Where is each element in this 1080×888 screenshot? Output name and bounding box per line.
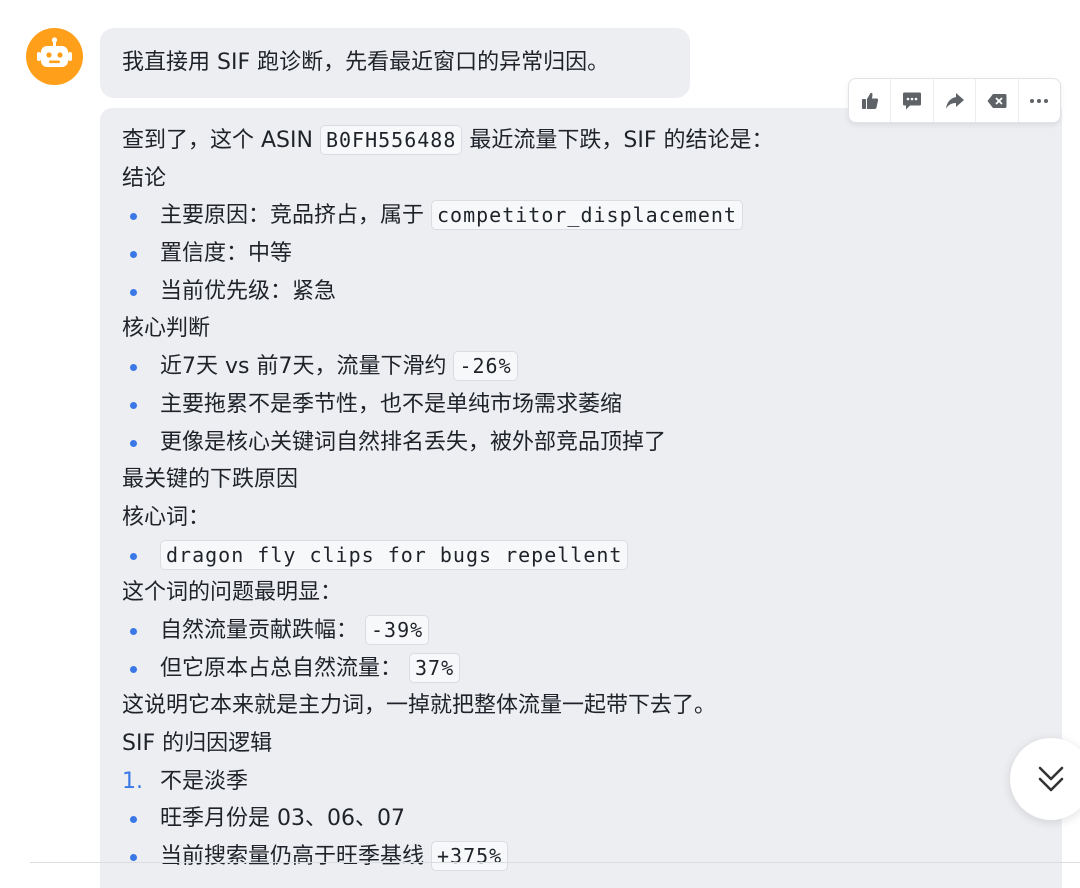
bullet-icon (130, 288, 137, 296)
asin-code: B0FH556488 (319, 125, 463, 155)
bullet-icon (130, 251, 137, 259)
list-item: 但它原本占总自然流量： 37% (122, 650, 1038, 688)
list-number: 1. (122, 768, 143, 794)
message-action-toolbar (848, 78, 1061, 123)
keyword-problem: 这个词的问题最明显： (122, 580, 343, 606)
list-item: 近7天 vs 前7天，流量下滑约 -26% (122, 348, 1038, 386)
intro-text: 查到了，这个 ASIN (122, 128, 313, 153)
bullet-icon (130, 816, 137, 824)
keyword-code: dragon fly clips for bugs repellent (160, 539, 629, 570)
comment-icon (903, 92, 922, 109)
bullet-icon (130, 364, 137, 372)
heading-conclusion: 结论 (122, 165, 167, 191)
bullet-icon (130, 552, 137, 560)
list-item-text: 主要原因：竞品挤占，属于 (160, 203, 425, 229)
explain-text: 这说明它本来就是主力词，一掉就把整体流量一起带下去了。 (122, 693, 717, 719)
list-item: 当前搜索量仍高于旺季基线 +375% (122, 838, 1038, 876)
list-item: 主要拖累不是季节性，也不是单纯市场需求萎缩 (122, 386, 1038, 424)
user-message-text: 我直接用 SIF 跑诊断，先看最近窗口的异常归因。 (122, 50, 610, 75)
list-item-text: 近7天 vs 前7天，流量下滑约 (160, 354, 447, 380)
thumbs-up-button[interactable] (849, 79, 892, 122)
list-item: 自然流量贡献跌幅： -39% (122, 612, 1038, 650)
code-span: 37% (409, 652, 461, 683)
delete-button[interactable] (976, 79, 1019, 122)
heading-reason: 最关键的下跌原因 (122, 467, 299, 493)
assistant-response: 查到了，这个 ASIN B0FH556488 最近流量下跌，SIF 的结论是： … (100, 108, 1062, 888)
code-span: -26% (453, 351, 518, 382)
intro-line: 查到了，这个 ASIN B0FH556488 最近流量下跌，SIF 的结论是： (122, 122, 1038, 160)
robot-icon (37, 37, 72, 67)
intro-text-2: 最近流量下跌，SIF 的结论是： (469, 128, 774, 153)
code-span: competitor_displacement (431, 200, 743, 231)
bullet-icon (130, 401, 137, 409)
ordered-list-item: 1. 不是淡季 (122, 763, 1038, 801)
divider (30, 862, 1080, 863)
list-item: 主要原因：竞品挤占，属于 competitor_displacement (122, 197, 1038, 235)
list-item: dragon fly clips for bugs repellent (122, 537, 1038, 575)
backspace-icon (987, 93, 1007, 108)
thumbs-up-icon (861, 92, 878, 109)
list-item-text: 旺季月份是 03、06、07 (160, 806, 405, 832)
user-message-bubble: 我直接用 SIF 跑诊断，先看最近窗口的异常归因。 (100, 28, 690, 98)
bullet-icon (130, 439, 137, 447)
list-item: 当前优先级：紧急 (122, 273, 1038, 311)
heading-logic: SIF 的归因逻辑 (122, 731, 273, 756)
list-item-text: 更像是核心关键词自然排名丢失，被外部竞品顶掉了 (160, 429, 667, 455)
list-item: 旺季月份是 03、06、07 (122, 800, 1038, 838)
chevron-double-down-icon (1038, 766, 1064, 792)
more-button[interactable] (1019, 79, 1060, 122)
bullet-icon (130, 213, 137, 221)
bot-avatar (26, 28, 83, 85)
heading-core: 核心判断 (122, 316, 211, 342)
bullet-icon (130, 854, 137, 862)
more-icon (1030, 98, 1049, 103)
list-item: 置信度：中等 (122, 235, 1038, 273)
code-span: -39% (365, 614, 430, 645)
list-item-text: 置信度：中等 (160, 241, 293, 267)
list-item: 更像是核心关键词自然排名丢失，被外部竞品顶掉了 (122, 424, 1038, 462)
list-item-text: 不是淡季 (160, 768, 249, 794)
list-item-text: 当前搜索量仍高于旺季基线 (160, 844, 425, 870)
bullet-icon (130, 665, 137, 673)
list-item-text: 当前优先级：紧急 (160, 278, 337, 304)
bullet-icon (130, 627, 137, 635)
share-icon (945, 92, 964, 109)
list-item-text: 但它原本占总自然流量： (160, 655, 403, 681)
list-item-text: 自然流量贡献跌幅： (160, 617, 359, 643)
share-button[interactable] (934, 79, 977, 122)
comment-button[interactable] (891, 79, 934, 122)
keyword-label: 核心词： (122, 504, 211, 530)
list-item-text: 主要拖累不是季节性，也不是单纯市场需求萎缩 (160, 391, 623, 417)
